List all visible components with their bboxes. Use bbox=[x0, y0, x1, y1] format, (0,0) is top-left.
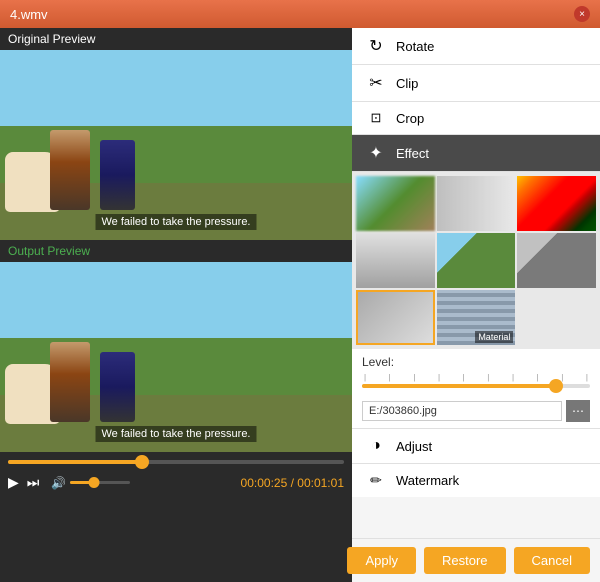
left-panel: Original Preview We failed to take the p… bbox=[0, 28, 352, 582]
original-preview: We failed to take the pressure. bbox=[0, 50, 352, 240]
effect-material-label: Material bbox=[475, 331, 513, 343]
title-bar: 4.wmv × bbox=[0, 0, 600, 28]
filepath-input[interactable] bbox=[362, 401, 562, 421]
timeline-progress bbox=[8, 460, 142, 464]
volume-bar[interactable] bbox=[70, 481, 130, 484]
tool-watermark[interactable]: ✏ Watermark bbox=[352, 463, 600, 497]
rotate-icon: ↻ bbox=[366, 36, 386, 56]
volume-icon: 🔊 bbox=[51, 476, 66, 490]
time-display: 00:00:25 / 00:01:01 bbox=[241, 476, 344, 490]
browse-button[interactable]: ⋯ bbox=[566, 400, 590, 422]
figure-2 bbox=[100, 140, 135, 210]
level-slider[interactable] bbox=[362, 384, 590, 388]
apply-button[interactable]: Apply bbox=[347, 547, 416, 574]
effect-thumb-6[interactable] bbox=[517, 233, 596, 288]
effect-thumb-8[interactable]: Material bbox=[437, 290, 516, 345]
cancel-button[interactable]: Cancel bbox=[514, 547, 590, 574]
output-preview: We failed to take the pressure. bbox=[0, 262, 352, 452]
effect-thumb-1[interactable] bbox=[356, 176, 435, 231]
total-time: 00:01:01 bbox=[297, 476, 344, 490]
level-slider-fill bbox=[362, 384, 556, 388]
effect-thumb-5[interactable] bbox=[437, 233, 516, 288]
tool-clip[interactable]: ✂ Clip bbox=[352, 65, 600, 102]
timeline-bar[interactable] bbox=[8, 460, 344, 464]
level-slider-thumb[interactable] bbox=[549, 379, 563, 393]
video-scene-output bbox=[0, 262, 352, 452]
figure-1-output bbox=[50, 342, 90, 422]
effect-label: Effect bbox=[396, 146, 429, 161]
next-frame-button[interactable]: ⏭ bbox=[27, 474, 40, 491]
volume-area: 🔊 bbox=[51, 476, 130, 490]
effect-thumb-3[interactable] bbox=[517, 176, 596, 231]
tool-rotate[interactable]: ↻ Rotate bbox=[352, 28, 600, 65]
level-section: Level: | | | | | | | | | | bbox=[352, 349, 600, 400]
tool-adjust[interactable]: ◑ Adjust bbox=[352, 428, 600, 463]
crop-icon: ⊡ bbox=[366, 110, 386, 126]
crop-label: Crop bbox=[396, 111, 424, 126]
effect-thumb-2[interactable] bbox=[437, 176, 516, 231]
effect-thumb-4[interactable] bbox=[356, 233, 435, 288]
watermark-label: Watermark bbox=[396, 473, 459, 488]
subtitle-original: We failed to take the pressure. bbox=[96, 214, 257, 230]
adjust-label: Adjust bbox=[396, 439, 432, 454]
level-label: Level: bbox=[362, 355, 590, 369]
right-panel: ↻ Rotate ✂ Clip ⊡ Crop ✦ Effect bbox=[352, 28, 600, 582]
clip-label: Clip bbox=[396, 76, 418, 91]
clip-icon: ✂ bbox=[366, 73, 386, 93]
restore-button[interactable]: Restore bbox=[424, 547, 506, 574]
action-buttons: Apply Restore Cancel bbox=[352, 538, 600, 582]
play-button[interactable]: ▶ bbox=[8, 474, 19, 491]
current-time: 00:00:25 bbox=[241, 476, 288, 490]
video-scene-original bbox=[0, 50, 352, 240]
main-container: Original Preview We failed to take the p… bbox=[0, 28, 600, 582]
timeline-thumb[interactable] bbox=[135, 455, 149, 469]
playback-controls: ▶ ⏭ 🔊 00:00:25 / 00:01:01 bbox=[8, 474, 344, 491]
figure-1 bbox=[50, 130, 90, 210]
figure-2-output bbox=[100, 352, 135, 422]
controls-area: ▶ ⏭ 🔊 00:00:25 / 00:01:01 bbox=[0, 452, 352, 499]
effect-grid: Material bbox=[352, 172, 600, 349]
effect-thumb-7[interactable] bbox=[356, 290, 435, 345]
output-preview-label: Output Preview bbox=[0, 240, 352, 262]
tool-effect[interactable]: ✦ Effect bbox=[352, 135, 600, 172]
adjust-icon: ◑ bbox=[366, 437, 386, 455]
subtitle-output: We failed to take the pressure. bbox=[96, 426, 257, 442]
watermark-icon: ✏ bbox=[366, 472, 386, 489]
original-preview-label: Original Preview bbox=[0, 28, 352, 50]
volume-thumb[interactable] bbox=[89, 477, 100, 488]
rotate-label: Rotate bbox=[396, 39, 434, 54]
effect-icon: ✦ bbox=[366, 143, 386, 163]
close-button[interactable]: × bbox=[574, 6, 590, 22]
filepath-row: ⋯ bbox=[352, 400, 600, 428]
tool-crop[interactable]: ⊡ Crop bbox=[352, 102, 600, 135]
window-title: 4.wmv bbox=[10, 7, 48, 22]
